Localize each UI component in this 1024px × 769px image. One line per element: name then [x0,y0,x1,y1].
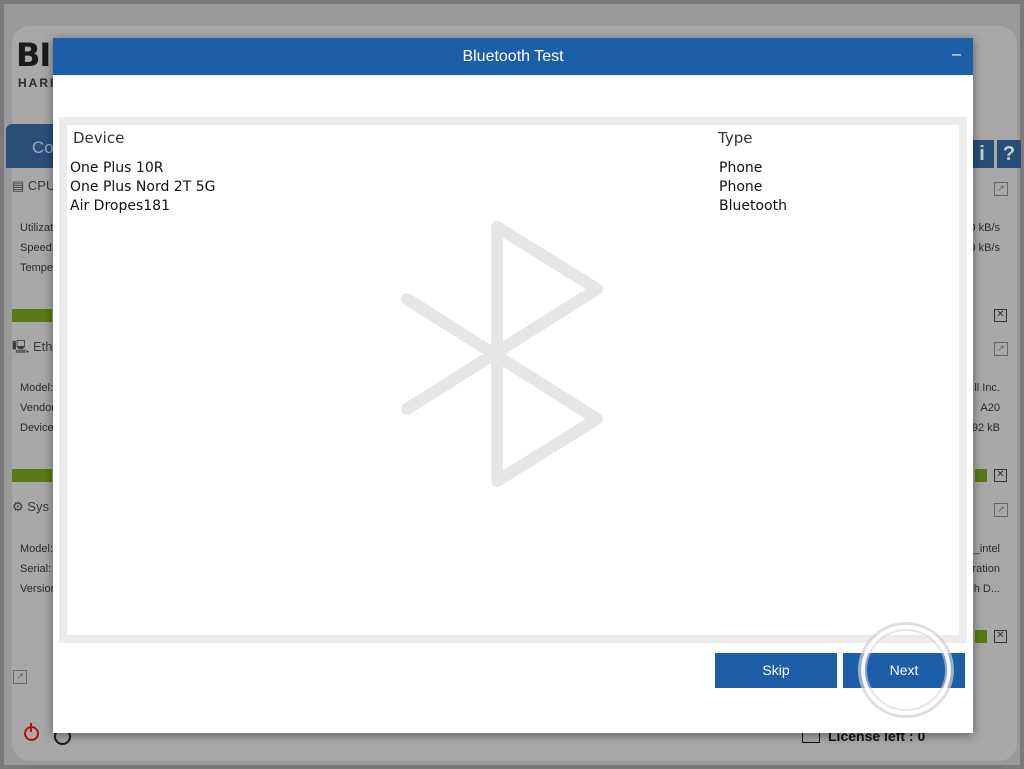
system-right-row-1: _intel [973,543,1000,555]
ethernet-row-model: Model: [20,382,54,394]
cpu-row-utilization: Utilizati [20,222,56,234]
system-close-icon[interactable]: ✕ [994,630,1007,643]
device-name: One Plus Nord 2T 5G [70,179,216,195]
ethernet-close-icon[interactable]: ✕ [994,469,1007,482]
background-right-buttons: i ? [970,140,1021,168]
device-column-header: Device [73,129,125,147]
ethernet-right-row-3: 92 kB [971,422,1000,434]
ethernet-expand-icon[interactable]: ↗ [994,342,1008,356]
system-right-row-2: ration [972,563,1000,575]
ethernet-right-row-2: A20 [980,402,1000,414]
device-list-frame: Device Type One Plus 10R Phone One Plus … [59,117,967,643]
system-row-version: Versior [20,583,55,595]
device-list: Device Type One Plus 10R Phone One Plus … [67,125,959,635]
help-button[interactable]: ? [997,140,1021,168]
app-logo-subtitle: HARI [18,76,56,90]
dialog-title: Bluetooth Test [462,48,564,65]
footer-expand-icon[interactable]: ↗ [13,670,27,684]
cpu-right-row-1: 0 kB/s [969,222,1000,234]
app-logo: BI [16,36,51,74]
ethernet-row-device: Device [20,422,54,434]
monitor-icon: 🖳 [12,339,33,354]
device-type: Bluetooth [719,198,787,214]
ethernet-row-vendor: Vendor [20,402,55,414]
ethernet-right-row-1: ll Inc. [974,382,1000,394]
ethernet-progress-bar-right [975,469,987,482]
system-expand-icon[interactable]: ↗ [994,503,1008,517]
minimize-button[interactable]: – [952,46,961,64]
device-type: Phone [719,179,763,195]
info-button[interactable]: i [970,140,994,168]
system-row-serial: Serial: [20,563,52,575]
system-row-model: Model: [20,543,54,555]
cpu-section-title: ▤ CPU [12,178,56,193]
system-progress-bar-right [975,630,987,643]
background-tab[interactable]: Co [6,124,54,168]
device-name: Air Dropes181 [70,198,170,214]
bluetooth-icon [401,221,603,487]
next-button[interactable]: Next [843,653,965,688]
power-icon[interactable] [24,723,39,741]
cpu-close-icon[interactable]: ✕ [994,309,1007,322]
cpu-icon: ▤ [12,178,28,193]
chip-icon: ⚙ [12,499,28,514]
cpu-expand-icon[interactable]: ↗ [994,182,1008,196]
cpu-row-temperature: Tempe [20,262,54,274]
cpu-progress-bar [12,309,52,322]
cpu-right-row-2: 0 kB/s [969,242,1000,254]
device-type: Phone [719,160,763,176]
system-section-title: ⚙ Sys [12,499,49,514]
type-column-header: Type [718,129,753,147]
system-right-row-3: h D... [973,583,1000,595]
ethernet-progress-bar [12,469,52,482]
bluetooth-test-dialog: Bluetooth Test – Device Type One Plus 10… [53,38,973,733]
dialog-header: Bluetooth Test – [53,38,973,75]
cpu-row-speed: Speed: [20,242,55,254]
device-name: One Plus 10R [70,160,164,176]
skip-button[interactable]: Skip [715,653,837,688]
